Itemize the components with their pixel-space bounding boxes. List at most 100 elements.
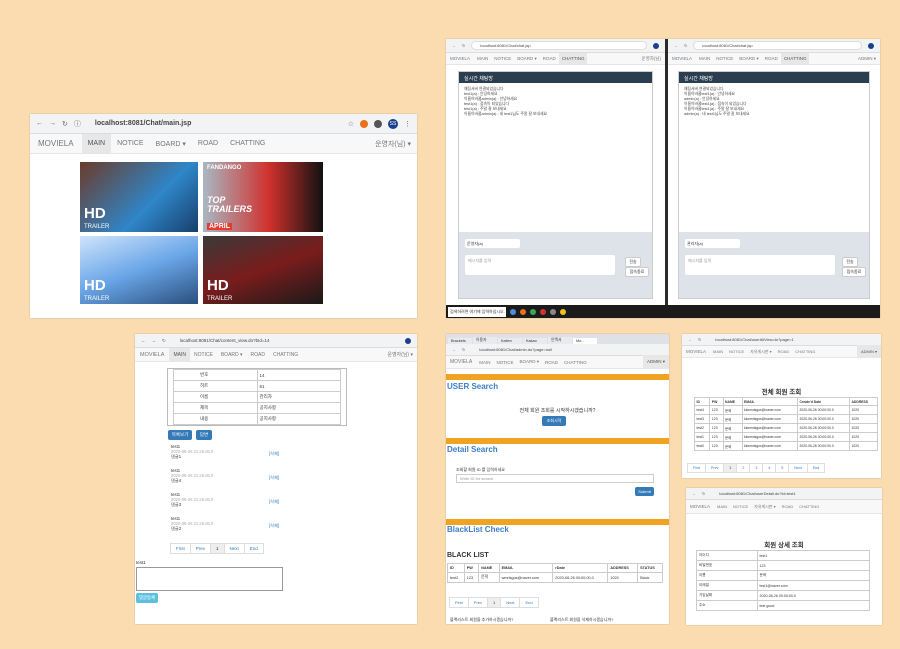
detail-id-input[interactable]: Write ID for search	[456, 474, 654, 483]
send-button[interactable]: 전송	[842, 257, 858, 267]
page-first[interactable]: First	[449, 597, 469, 608]
nav-main[interactable]: MAIN	[476, 360, 493, 365]
user-menu[interactable]: 운영자(님) ▾	[369, 139, 417, 149]
poster-4[interactable]: HD TRAILER	[203, 236, 323, 304]
name-field[interactable]: 운영자(a)	[465, 239, 520, 248]
page-first[interactable]: First	[687, 463, 706, 473]
nav-road[interactable]: ROAD	[542, 360, 561, 365]
menu-icon[interactable]: ⋮	[404, 120, 411, 128]
page-end[interactable]: End	[243, 543, 264, 554]
browser-tab[interactable]: Kaiten	[498, 338, 522, 344]
nav-board[interactable]: 자유게시판 ▾	[751, 504, 779, 510]
user-menu[interactable]: ADMIN ▾	[854, 56, 880, 62]
table-row[interactable]: test2 123 문혁 kkwmrlsgus@naver.com 2020-0…	[693, 423, 879, 433]
nav-main[interactable]: MAIN	[474, 56, 491, 61]
nav-main[interactable]: MAIN	[81, 134, 112, 153]
puzzle-icon[interactable]	[374, 119, 382, 128]
page-3[interactable]: 3	[749, 463, 764, 473]
back-icon[interactable]: ←	[692, 491, 696, 496]
poster-1[interactable]: HD TRAILER	[80, 162, 198, 232]
delete-link[interactable]: [삭제]	[269, 451, 279, 456]
page-end[interactable]: End	[806, 463, 826, 473]
nav-notice[interactable]: NOTICE	[190, 352, 217, 358]
taskbar-app-icon[interactable]	[550, 308, 556, 315]
leave-button[interactable]: 접속종료	[625, 267, 649, 277]
page-next[interactable]: Next	[223, 543, 245, 554]
submit-comment-button[interactable]: 댓글등록	[136, 593, 158, 603]
avatar[interactable]	[405, 337, 411, 344]
extension-icon[interactable]	[360, 119, 368, 128]
browser-tab[interactable]: Brackets	[448, 338, 472, 344]
avatar[interactable]: SS	[388, 118, 398, 129]
brand-logo[interactable]: MOVIELA	[668, 56, 696, 61]
user-menu[interactable]: ADMIN ▾	[856, 345, 881, 358]
delete-link[interactable]: [삭제]	[269, 499, 279, 504]
page-2[interactable]: 2	[736, 463, 751, 473]
reload-icon[interactable]: ↻	[702, 491, 705, 496]
nav-chatting[interactable]: CHATTING	[269, 352, 302, 358]
nav-road[interactable]: ROAD	[247, 352, 269, 358]
reload-icon[interactable]: ↻	[162, 338, 166, 344]
taskbar-app-icon[interactable]	[520, 308, 526, 315]
user-menu[interactable]: 운영자(님)	[637, 56, 665, 62]
detail-submit-button[interactable]: Submit	[635, 487, 654, 496]
address-bar[interactable]: localhost:8081/Chat/chat.jsp	[471, 41, 647, 50]
back-icon[interactable]: ←	[141, 338, 146, 343]
avatar[interactable]	[653, 42, 659, 49]
nav-notice[interactable]: NOTICE	[713, 56, 736, 61]
nav-notice[interactable]: NOTICE	[111, 134, 149, 153]
send-button[interactable]: 전송	[625, 257, 641, 267]
page-prev[interactable]: Prev	[705, 463, 725, 473]
taskbar-app-icon[interactable]	[560, 308, 566, 315]
nav-chatting[interactable]: CHATTING	[558, 53, 588, 64]
browser-tab[interactable]: 이용자	[473, 337, 497, 344]
page-4[interactable]: 4	[762, 463, 777, 473]
brand-logo[interactable]: MOVIELA	[135, 352, 169, 358]
nav-board[interactable]: BOARD ▾	[736, 56, 762, 62]
page-next[interactable]: Next	[788, 463, 808, 473]
reply-button[interactable]: 답변	[196, 430, 212, 440]
reload-icon[interactable]: ↻	[62, 120, 68, 128]
leave-button[interactable]: 접속종료	[842, 267, 866, 277]
nav-board[interactable]: 자유게시판 ▾	[747, 349, 775, 355]
reload-icon[interactable]: ↻	[684, 43, 687, 48]
delete-link[interactable]: [삭제]	[269, 523, 279, 528]
taskbar-app-icon[interactable]	[510, 308, 516, 315]
reload-icon[interactable]: ↻	[462, 347, 465, 352]
nav-board[interactable]: BOARD ▾	[217, 352, 247, 358]
address-bar[interactable]: localhost:8081/Chat/chat.jsp	[693, 41, 862, 50]
nav-chatting[interactable]: CHATTING	[780, 53, 810, 64]
address-bar[interactable]: localhost:8081/Chat/content_view.do?bId=…	[172, 337, 399, 345]
nav-chatting[interactable]: CHATTING	[796, 504, 822, 509]
nav-road[interactable]: ROAD	[192, 134, 224, 153]
nav-road[interactable]: ROAD	[762, 56, 781, 61]
nav-main[interactable]: MAIN	[714, 504, 730, 509]
nav-road[interactable]: ROAD	[775, 349, 793, 354]
nav-board[interactable]: BOARD ▾	[514, 56, 540, 62]
browser-tab-active[interactable]: Mo...	[573, 338, 597, 344]
forward-icon[interactable]: →	[152, 338, 157, 343]
address-bar[interactable]: localhost:8081/Chat/userAllView.do?page=…	[707, 336, 875, 343]
page-prev[interactable]: Prev	[189, 543, 212, 554]
list-button[interactable]: 목록보기	[168, 430, 192, 440]
taskbar-app-icon[interactable]	[540, 308, 546, 315]
browser-tab[interactable]: 인맥서	[548, 337, 572, 344]
taskbar-app-icon[interactable]	[530, 308, 536, 315]
back-icon[interactable]: ←	[36, 120, 43, 127]
back-icon[interactable]: ←	[452, 43, 456, 48]
brand-logo[interactable]: MOVIELA	[446, 56, 474, 61]
browser-tab[interactable]: Kakao	[523, 338, 547, 344]
page-first[interactable]: First	[170, 543, 191, 554]
nav-main[interactable]: MAIN	[169, 347, 190, 362]
back-icon[interactable]: ←	[688, 337, 692, 342]
brand-logo[interactable]: MOVIELA	[686, 504, 714, 509]
nav-road[interactable]: ROAD	[540, 56, 559, 61]
avatar[interactable]	[868, 42, 874, 49]
message-input[interactable]: 메시지를 입력	[465, 255, 615, 275]
nav-main[interactable]: MAIN	[710, 349, 726, 354]
nav-main[interactable]: MAIN	[696, 56, 713, 61]
table-row[interactable]: test1 123 문혁 kkwmrlsgus@naver.com 2020-0…	[693, 432, 879, 442]
nav-notice[interactable]: NOTICE	[726, 349, 747, 354]
message-input[interactable]: 메시지를 입력	[685, 255, 835, 275]
page-end[interactable]: End	[519, 597, 539, 608]
